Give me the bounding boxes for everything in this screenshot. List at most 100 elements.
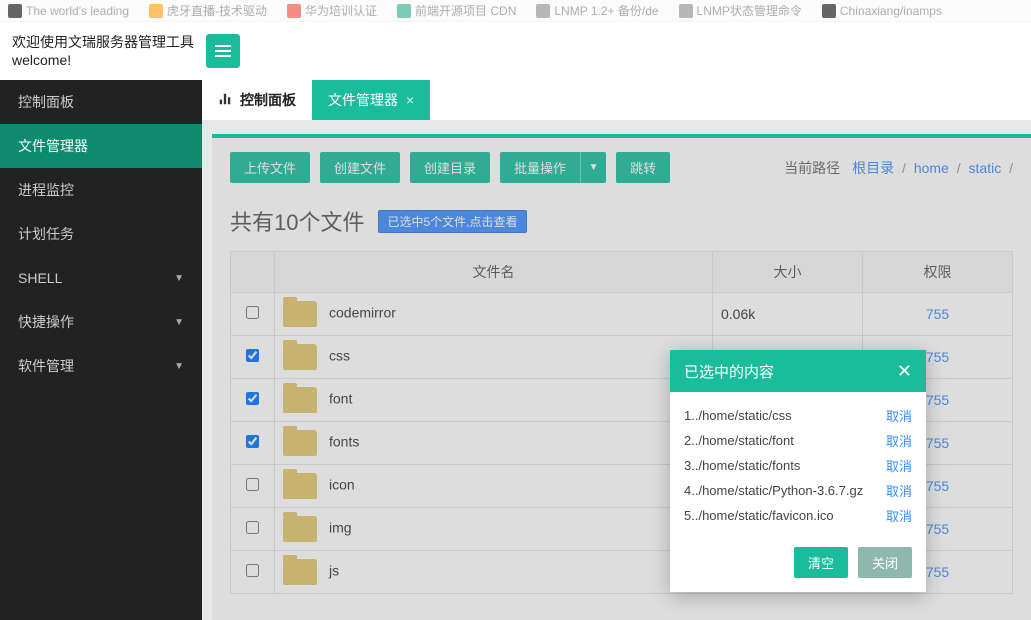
bookmark-icon xyxy=(8,4,22,18)
file-perm[interactable]: 755 xyxy=(926,478,949,494)
chevron-down-icon: ▼ xyxy=(174,273,184,284)
row-checkbox[interactable] xyxy=(246,306,259,319)
cancel-link[interactable]: 取消 xyxy=(886,406,912,425)
tab-file-manager[interactable]: 文件管理器 × xyxy=(312,80,430,120)
create-file-button[interactable]: 创建文件 xyxy=(320,152,400,183)
selected-path: 1../home/static/css xyxy=(684,408,792,423)
bookmark-icon xyxy=(397,4,411,18)
sidebar-item-label: SHELL xyxy=(18,270,62,286)
row-checkbox[interactable] xyxy=(246,478,259,491)
sidebar-item-label: 控制面板 xyxy=(18,92,74,112)
table-row[interactable]: codemirror 0.06k 755 xyxy=(231,293,1013,336)
folder-icon xyxy=(283,473,317,499)
tab-control-panel[interactable]: 控制面板 xyxy=(202,80,312,120)
sidebar-item[interactable]: 软件管理 ▼ xyxy=(0,344,202,388)
bookmark-icon xyxy=(679,4,693,18)
file-perm[interactable]: 755 xyxy=(926,521,949,537)
col-size: 大小 xyxy=(713,252,863,293)
folder-icon xyxy=(283,516,317,542)
bookmark-item[interactable]: 前端开源项目 CDN xyxy=(397,2,516,19)
sidebar-toggle-button[interactable] xyxy=(206,34,240,68)
folder-icon xyxy=(283,559,317,585)
cancel-link[interactable]: 取消 xyxy=(886,431,912,450)
path-prefix: 当前路径 xyxy=(784,158,840,178)
file-name: font xyxy=(329,391,352,407)
modal-title: 已选中的内容 xyxy=(684,361,774,382)
row-checkbox[interactable] xyxy=(246,349,259,362)
sidebar-item[interactable]: 计划任务 xyxy=(0,212,202,256)
bookmark-label: The world's leading xyxy=(26,4,129,18)
tab-label: 控制面板 xyxy=(240,90,296,110)
bookmark-label: LNMP 1.2+ 备份/de xyxy=(554,2,658,19)
bookmark-item[interactable]: LNMP状态管理命令 xyxy=(679,2,802,19)
file-size: 0.06k xyxy=(713,293,863,336)
file-perm[interactable]: 755 xyxy=(926,349,949,365)
cancel-link[interactable]: 取消 xyxy=(886,481,912,500)
upload-button[interactable]: 上传文件 xyxy=(230,152,310,183)
file-name: css xyxy=(329,348,350,364)
sidebar-item-label: 文件管理器 xyxy=(18,136,88,156)
selected-badge[interactable]: 已选中5个文件,点击查看 xyxy=(378,210,526,233)
breadcrumb-segment[interactable]: home xyxy=(914,160,949,176)
bookmark-icon xyxy=(536,4,550,18)
listing-title: 共有10个文件 xyxy=(230,205,364,237)
create-dir-button[interactable]: 创建目录 xyxy=(410,152,490,183)
clear-button[interactable]: 清空 xyxy=(794,547,848,578)
app-header: 欢迎使用文瑞服务器管理工具 welcome! xyxy=(0,22,1031,80)
sidebar-item-label: 快捷操作 xyxy=(18,312,74,332)
bookmark-icon xyxy=(822,4,836,18)
welcome-text: 欢迎使用文瑞服务器管理工具 welcome! xyxy=(12,33,194,69)
main-area: 控制面板 文件管理器 × 上传文件 创建文件 创建目录 批量操作 ▼ 跳转 xyxy=(202,80,1031,620)
file-name: img xyxy=(329,520,352,536)
bookmark-item[interactable]: LNMP 1.2+ 备份/de xyxy=(536,2,658,19)
tab-bar: 控制面板 文件管理器 × xyxy=(202,80,1031,120)
selected-item: 5../home/static/favicon.ico 取消 xyxy=(684,506,912,525)
bookmark-item[interactable]: The world's leading xyxy=(8,4,129,18)
folder-icon xyxy=(283,387,317,413)
selected-path: 2../home/static/font xyxy=(684,433,794,448)
tab-label: 文件管理器 xyxy=(328,90,398,110)
sidebar-item[interactable]: 快捷操作▼ xyxy=(0,300,202,344)
bookmark-item[interactable]: 华为培训认证 xyxy=(287,2,377,19)
sidebar-item[interactable]: 进程监控 xyxy=(0,168,202,212)
modal-header: 已选中的内容 ✕ xyxy=(670,350,926,392)
row-checkbox[interactable] xyxy=(246,564,259,577)
selected-item: 3../home/static/fonts 取消 xyxy=(684,456,912,475)
batch-dropdown[interactable]: 批量操作 ▼ xyxy=(500,152,606,183)
bookmark-label: LNMP状态管理命令 xyxy=(697,2,802,19)
sidebar-item[interactable]: 控制面板 xyxy=(0,80,202,124)
file-perm[interactable]: 755 xyxy=(926,392,949,408)
jump-button[interactable]: 跳转 xyxy=(616,152,670,183)
file-perm[interactable]: 755 xyxy=(926,435,949,451)
modal-footer: 清空 关闭 xyxy=(670,537,926,592)
col-name: 文件名 xyxy=(275,252,713,293)
breadcrumb-segment[interactable]: static xyxy=(969,160,1002,176)
close-icon[interactable]: ✕ xyxy=(897,361,912,382)
row-checkbox[interactable] xyxy=(246,521,259,534)
file-perm[interactable]: 755 xyxy=(926,306,949,322)
file-perm[interactable]: 755 xyxy=(926,564,949,580)
cancel-link[interactable]: 取消 xyxy=(886,456,912,475)
row-checkbox[interactable] xyxy=(246,392,259,405)
bookmark-item[interactable]: Chinaxiang/inamps xyxy=(822,4,942,18)
sidebar-item-label: 软件管理 xyxy=(18,356,74,376)
sidebar-item[interactable]: 文件管理器 xyxy=(0,124,202,168)
chevron-down-icon[interactable]: ▼ xyxy=(580,152,606,183)
sidebar-item[interactable]: SHELL ▼ xyxy=(0,256,202,300)
dashboard-icon xyxy=(218,92,232,109)
welcome-line1: 欢迎使用文瑞服务器管理工具 xyxy=(12,33,194,51)
welcome-line2: welcome! xyxy=(12,51,194,69)
batch-button[interactable]: 批量操作 xyxy=(500,152,580,183)
bookmark-item[interactable]: 虎牙直播-技术驱动 xyxy=(149,2,267,19)
file-name: icon xyxy=(329,477,355,493)
close-icon[interactable]: × xyxy=(406,92,414,108)
close-button[interactable]: 关闭 xyxy=(858,547,912,578)
chevron-down-icon: ▼ xyxy=(174,361,184,372)
row-checkbox[interactable] xyxy=(246,435,259,448)
file-name: codemirror xyxy=(329,305,396,321)
breadcrumb-segment[interactable]: 根目录 xyxy=(852,160,894,176)
selected-modal: 已选中的内容 ✕ 1../home/static/css 取消 2../home/s… xyxy=(670,350,926,592)
cancel-link[interactable]: 取消 xyxy=(886,506,912,525)
selected-path: 3../home/static/fonts xyxy=(684,458,800,473)
selected-path: 5../home/static/favicon.ico xyxy=(684,508,834,523)
